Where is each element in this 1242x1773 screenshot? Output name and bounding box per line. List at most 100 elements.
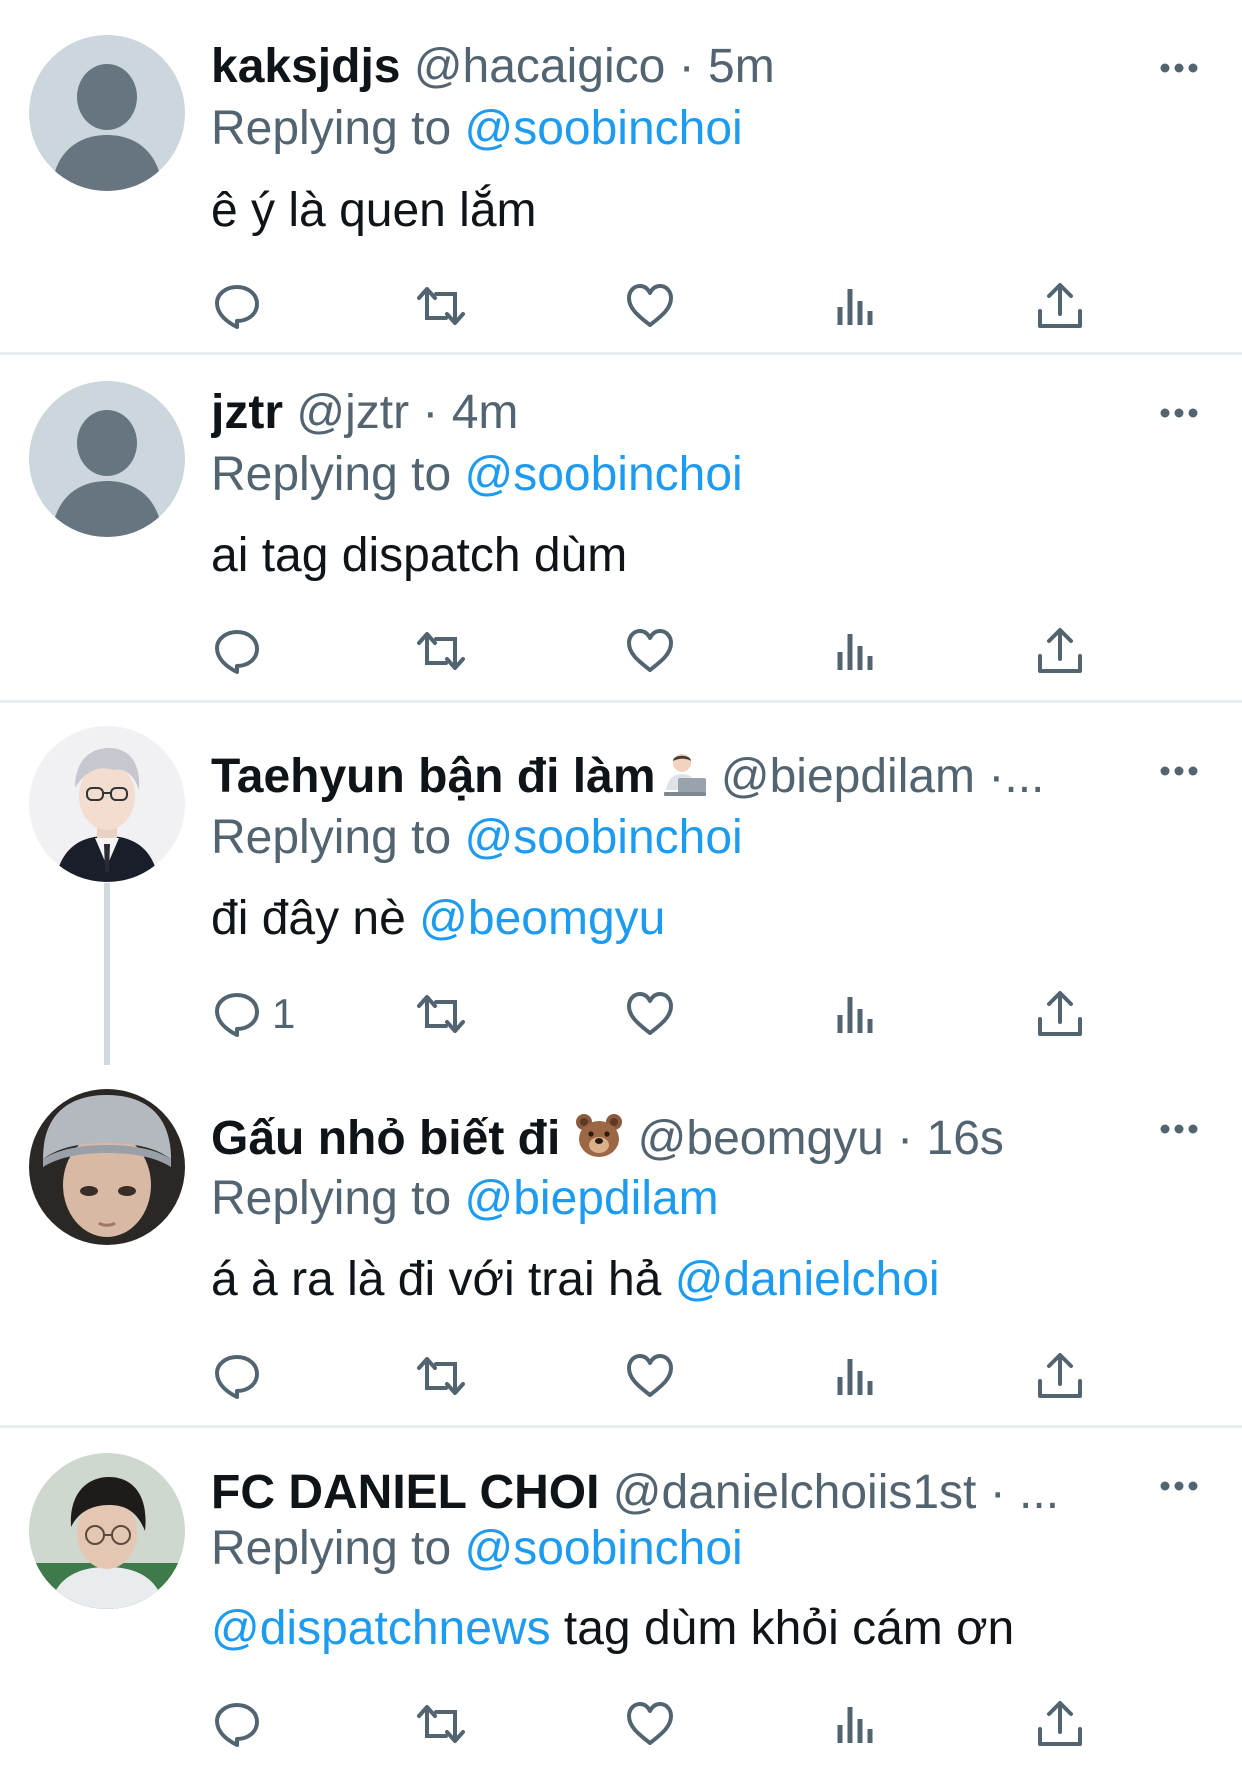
- avatar[interactable]: [29, 381, 185, 537]
- tweet-header: Taehyun bận đi làm @biepdilam ·...: [211, 746, 1151, 808]
- display-name[interactable]: kaksjdjs: [211, 40, 400, 93]
- avatar[interactable]: [29, 726, 185, 882]
- user-handle[interactable]: @danielchoiis1st: [613, 1466, 977, 1519]
- replying-to: Replying to @soobinchoi: [211, 98, 743, 160]
- replying-to-mention[interactable]: @soobinchoi: [464, 102, 742, 155]
- replying-to: Replying to @soobinchoi: [211, 444, 743, 506]
- share-button[interactable]: [1035, 1696, 1085, 1752]
- separator-dot: ·: [975, 750, 1005, 803]
- tweet-text: ai tag dispatch dùm: [211, 525, 627, 587]
- replying-to-mention[interactable]: @soobinchoi: [464, 1522, 742, 1575]
- technologist-emoji-icon: [663, 754, 706, 796]
- more-horizontal-icon[interactable]: [1155, 393, 1203, 433]
- views-button[interactable]: [831, 1348, 881, 1404]
- user-handle[interactable]: @biepdilam: [721, 750, 975, 803]
- tweet-text: @dispatchnews tag dùm khỏi cám ơn: [211, 1598, 1014, 1660]
- like-button[interactable]: [625, 1696, 675, 1752]
- reply-count: 1: [272, 990, 296, 1037]
- more-horizontal-icon[interactable]: [1155, 1109, 1203, 1149]
- reply-icon: [215, 285, 259, 329]
- tweet[interactable]: Gấu nhỏ biết đi @beomgyu · 16s Replying …: [0, 1065, 1242, 1425]
- share-button[interactable]: [1035, 278, 1085, 334]
- tweet-header: jztr @jztr · 4m: [211, 382, 1131, 444]
- reply-button[interactable]: [212, 1696, 272, 1752]
- retweet-button[interactable]: [416, 623, 466, 679]
- timestamp[interactable]: 4m: [452, 386, 519, 439]
- share-icon: [1038, 991, 1082, 1036]
- retweet-button[interactable]: [416, 1696, 466, 1752]
- action-bar: 1: [0, 986, 1242, 1042]
- profile-photo-icon: [29, 1089, 185, 1245]
- avatar[interactable]: [29, 1089, 185, 1245]
- tweet[interactable]: kaksjdjs @hacaigico · 5m Replying to @so…: [0, 0, 1242, 352]
- replying-to-label: Replying to: [211, 448, 465, 501]
- action-bar: [0, 1696, 1242, 1752]
- retweet-button[interactable]: [416, 1348, 466, 1404]
- tweet[interactable]: Taehyun bận đi làm @biepdilam ·... Reply…: [0, 703, 1242, 1065]
- tweet-header: kaksjdjs @hacaigico · 5m: [211, 36, 1131, 98]
- replying-to: Replying to @biepdilam: [211, 1168, 719, 1230]
- user-handle[interactable]: @beomgyu: [638, 1112, 884, 1165]
- user-handle[interactable]: @hacaigico: [414, 40, 666, 93]
- tweet-header: Gấu nhỏ biết đi @beomgyu · 16s: [211, 1108, 1131, 1170]
- retweet-button[interactable]: [416, 278, 466, 334]
- tweet-text-mention[interactable]: @danielchoi: [675, 1253, 940, 1306]
- like-icon: [627, 629, 673, 672]
- like-button[interactable]: [625, 278, 675, 334]
- like-button[interactable]: [625, 1348, 675, 1404]
- avatar[interactable]: [29, 1453, 185, 1609]
- replying-to-mention[interactable]: @soobinchoi: [464, 811, 742, 864]
- tweet-text: ê ý là quen lắm: [211, 180, 537, 242]
- avatar[interactable]: [29, 35, 185, 191]
- reply-button[interactable]: [212, 278, 272, 334]
- views-button[interactable]: [831, 278, 881, 334]
- share-button[interactable]: [1035, 623, 1085, 679]
- more-horizontal-icon[interactable]: [1155, 48, 1203, 88]
- separator-dot: ·: [883, 1112, 927, 1165]
- display-name[interactable]: jztr: [211, 386, 283, 439]
- views-button[interactable]: [831, 1696, 881, 1752]
- action-bar: [0, 1348, 1242, 1404]
- tweet-text-body: đi đây nè: [211, 892, 420, 945]
- replying-to-mention[interactable]: @biepdilam: [464, 1172, 718, 1225]
- action-bar: [0, 623, 1242, 679]
- retweet-button[interactable]: [416, 986, 466, 1042]
- tweet[interactable]: jztr @jztr · 4m Replying to @soobinchoi …: [0, 355, 1242, 700]
- reply-button[interactable]: 1: [212, 986, 295, 1042]
- separator-dot: ·: [976, 1466, 1020, 1519]
- share-button[interactable]: [1035, 1348, 1085, 1404]
- tweet[interactable]: FC DANIEL CHOI @danielchoiis1st · ... Re…: [0, 1428, 1242, 1773]
- timestamp[interactable]: 5m: [708, 40, 775, 93]
- replying-to-mention[interactable]: @soobinchoi: [464, 448, 742, 501]
- retweet-icon: [417, 1705, 465, 1743]
- reply-icon: [215, 1355, 259, 1399]
- reply-button[interactable]: [212, 623, 272, 679]
- tweet-text-body: tag dùm khỏi cám ơn: [550, 1602, 1015, 1655]
- views-icon: [837, 634, 873, 670]
- more-horizontal-icon[interactable]: [1155, 1466, 1203, 1506]
- replying-to-label: Replying to: [211, 102, 465, 155]
- like-icon: [627, 1354, 673, 1397]
- separator-dot: ·: [409, 386, 452, 439]
- action-bar: [0, 278, 1242, 334]
- share-button[interactable]: [1035, 986, 1085, 1042]
- views-button[interactable]: [831, 986, 881, 1042]
- more-horizontal-icon[interactable]: [1155, 751, 1203, 791]
- like-button[interactable]: [625, 986, 675, 1042]
- header-truncation: ...: [1004, 750, 1045, 803]
- user-handle[interactable]: @jztr: [296, 386, 409, 439]
- display-name[interactable]: Taehyun bận đi làm: [211, 750, 656, 803]
- profile-photo-icon: [29, 1453, 185, 1609]
- retweet-icon: [417, 632, 465, 670]
- share-icon: [1038, 1353, 1082, 1398]
- retweet-icon: [417, 287, 465, 325]
- tweet-text-mention[interactable]: @beomgyu: [419, 892, 665, 945]
- reply-icon: [215, 1703, 259, 1747]
- reply-button[interactable]: [212, 1348, 272, 1404]
- tweet-text-mention[interactable]: @dispatchnews: [211, 1602, 551, 1655]
- display-name[interactable]: FC DANIEL CHOI: [211, 1466, 599, 1519]
- like-button[interactable]: [625, 623, 675, 679]
- views-button[interactable]: [831, 623, 881, 679]
- display-name[interactable]: Gấu nhỏ biết đi: [211, 1112, 560, 1165]
- timestamp[interactable]: 16s: [927, 1112, 1004, 1165]
